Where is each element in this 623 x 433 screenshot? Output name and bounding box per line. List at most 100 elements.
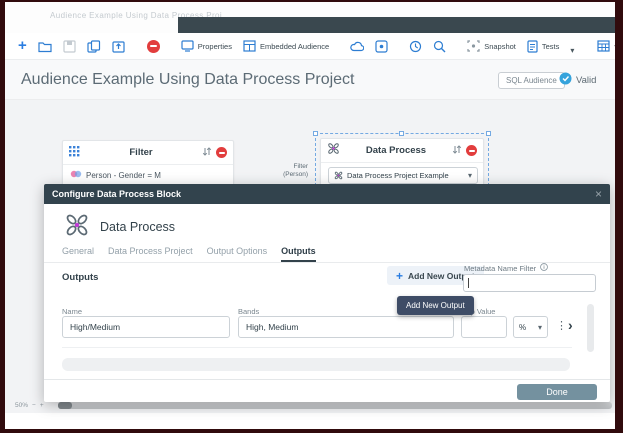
browser-top-strip: Audience Example Using Data Process Proj… xyxy=(5,2,615,33)
remove-block-icon[interactable] xyxy=(466,145,477,156)
version-button[interactable]: v0.3 xyxy=(593,38,615,54)
configure-data-process-modal: Configure Data Process Block × Data Proc… xyxy=(44,184,610,402)
copy-icon xyxy=(87,40,101,53)
text-caret xyxy=(468,278,469,288)
metadata-filter-input[interactable] xyxy=(463,274,596,292)
metadata-filter-label-row: Metadata Name Filter xyxy=(464,263,548,273)
filter-block-header: Filter xyxy=(63,141,233,165)
magnifier-icon xyxy=(433,40,446,53)
embedded-audience-label: Embedded Audience xyxy=(260,42,329,51)
tests-label: Tests xyxy=(542,42,560,51)
data-process-block-header: Data Process xyxy=(321,139,483,163)
modal-header[interactable]: Configure Data Process Block × xyxy=(44,184,610,204)
selection-handle[interactable] xyxy=(313,131,318,136)
box-dot-icon xyxy=(375,40,388,53)
export-icon xyxy=(112,40,126,53)
properties-button[interactable]: Properties xyxy=(177,38,236,54)
cap-value-input[interactable] xyxy=(461,316,507,338)
sort-arrows-icon xyxy=(452,142,462,160)
selection-handle[interactable] xyxy=(399,131,404,136)
caret-down-icon: ▾ xyxy=(538,323,542,332)
bottom-strip xyxy=(5,413,615,429)
refresh-button[interactable] xyxy=(405,38,426,55)
row-menu-icon[interactable]: ⋮ xyxy=(556,319,567,332)
plus-icon: + xyxy=(396,271,403,281)
remove-block-icon[interactable] xyxy=(216,147,227,158)
page-title: Audience Example Using Data Process Proj… xyxy=(21,71,355,89)
modal-heading: Data Process xyxy=(100,220,175,234)
snapshot-icon xyxy=(467,40,480,52)
close-icon[interactable]: × xyxy=(595,189,602,199)
waffle-grid-icon xyxy=(69,144,80,162)
tab-outputs[interactable]: Outputs xyxy=(281,246,316,262)
placeholder-row xyxy=(62,358,570,371)
filter-block[interactable]: Filter Person - Gender = M xyxy=(62,140,234,186)
workflow-canvas[interactable]: Filter Person - Gender = M Filter (Perso… xyxy=(5,100,615,429)
done-button[interactable]: Done xyxy=(517,384,597,400)
modal-tabs: General Data Process Project Output Opti… xyxy=(62,246,316,262)
tab-output-options[interactable]: Output Options xyxy=(207,246,268,262)
selection-handle[interactable] xyxy=(486,131,491,136)
zoom-level-label: 50% xyxy=(15,402,28,409)
modal-vertical-scrollbar[interactable] xyxy=(587,304,594,352)
info-icon xyxy=(540,263,548,273)
sql-audience-button[interactable]: SQL Audience xyxy=(498,72,565,89)
save-icon xyxy=(63,40,76,53)
export-button[interactable] xyxy=(108,38,130,55)
snapshot-button[interactable]: Snapshot xyxy=(463,38,520,54)
zoom-in-icon[interactable]: + xyxy=(40,402,44,409)
data-process-flower-icon xyxy=(327,142,340,160)
project-select-value: Data Process Project Example xyxy=(347,171,464,180)
cloud-icon xyxy=(350,41,364,52)
modal-title: Configure Data Process Block xyxy=(52,189,595,199)
folder-icon xyxy=(38,40,52,53)
column-header-bands: Bands xyxy=(238,307,259,316)
scrollbar-thumb[interactable] xyxy=(58,402,72,409)
venn-icon xyxy=(70,170,82,180)
project-select[interactable]: Data Process Project Example ▾ xyxy=(328,167,478,184)
filter-criteria-label: Person - Gender = M xyxy=(86,171,161,180)
box-marker-button[interactable] xyxy=(371,38,392,55)
validation-label: Valid xyxy=(576,75,596,86)
monitor-icon xyxy=(181,40,194,52)
snapshot-label: Snapshot xyxy=(484,42,516,51)
stop-button[interactable] xyxy=(143,38,164,55)
plus-icon: + xyxy=(18,40,27,52)
caret-down-icon: ▾ xyxy=(468,171,472,180)
filter-block-title: Filter xyxy=(84,147,198,158)
sort-arrows-icon xyxy=(202,144,212,162)
validation-status: Valid xyxy=(559,72,615,89)
row-expand-icon[interactable]: › xyxy=(568,317,573,333)
zoom-out-icon[interactable]: − xyxy=(32,402,36,409)
filter-criteria-item[interactable]: Person - Gender = M xyxy=(63,165,233,185)
row-divider xyxy=(62,347,572,348)
outputs-section-label: Outputs xyxy=(62,272,98,283)
metadata-filter-label: Metadata Name Filter xyxy=(464,264,536,273)
embedded-audience-button[interactable]: Embedded Audience xyxy=(239,38,333,54)
clock-icon xyxy=(409,40,422,53)
data-process-block[interactable]: Data Process Data Process Project Exampl… xyxy=(320,138,484,186)
copy-button[interactable] xyxy=(83,38,105,55)
toolbar-expand-button[interactable]: ▾ xyxy=(566,36,580,57)
stop-icon xyxy=(147,40,160,53)
app-window: Audience Example Using Data Process Proj… xyxy=(0,0,623,433)
zoom-button[interactable] xyxy=(429,38,450,55)
tab-general[interactable]: General xyxy=(62,246,94,262)
output-bands-input[interactable] xyxy=(238,316,454,338)
connector-label: Filter (Person) xyxy=(268,163,308,179)
canvas-horizontal-scrollbar[interactable] xyxy=(58,402,612,409)
add-new-output-tooltip: Add New Output xyxy=(397,296,474,315)
version-label: v0.3 xyxy=(614,42,615,51)
output-name-input[interactable] xyxy=(62,316,230,338)
tab-data-process-project[interactable]: Data Process Project xyxy=(108,246,193,262)
cap-unit-select[interactable]: % ▾ xyxy=(513,316,548,338)
data-process-flower-icon xyxy=(64,212,90,243)
document-icon xyxy=(527,40,538,53)
new-button[interactable]: + xyxy=(14,38,31,54)
grid-table-icon xyxy=(597,40,610,52)
open-button[interactable] xyxy=(34,38,56,55)
tests-button[interactable]: Tests xyxy=(523,38,564,55)
cloud-undo-button[interactable] xyxy=(346,39,368,54)
page-header: Audience Example Using Data Process Proj… xyxy=(5,60,615,100)
save-button[interactable] xyxy=(59,38,80,55)
